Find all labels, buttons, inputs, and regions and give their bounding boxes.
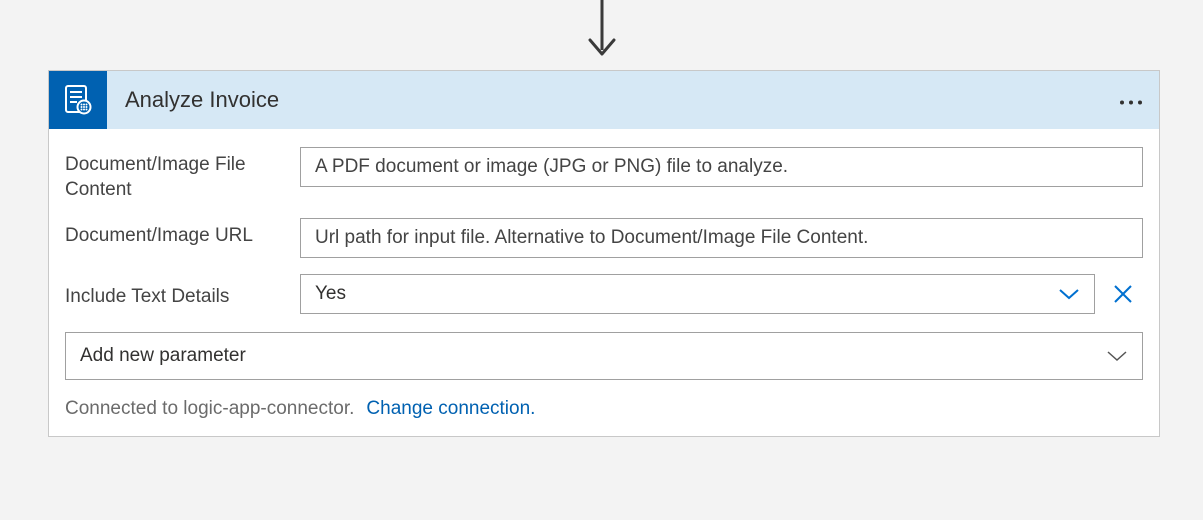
clear-include-text-details-button[interactable] xyxy=(1103,283,1143,305)
more-options-button[interactable] xyxy=(1119,89,1143,112)
analyze-invoice-card: Analyze Invoice Document/Image File Cont… xyxy=(48,70,1160,437)
card-title: Analyze Invoice xyxy=(125,87,279,113)
add-new-parameter-label: Add new parameter xyxy=(80,345,246,367)
include-text-details-select[interactable]: Yes xyxy=(300,274,1095,314)
flow-arrow-down xyxy=(582,0,622,62)
connection-footer: Connected to logic-app-connector. Change… xyxy=(65,398,1143,420)
url-label: Document/Image URL xyxy=(65,218,300,249)
include-text-details-value: Yes xyxy=(315,283,346,305)
card-header[interactable]: Analyze Invoice xyxy=(49,71,1159,129)
file-content-row: Document/Image File Content xyxy=(65,147,1143,202)
connected-to-text: Connected to logic-app-connector. xyxy=(65,398,354,420)
include-text-details-label: Include Text Details xyxy=(65,279,300,310)
change-connection-link[interactable]: Change connection. xyxy=(366,398,535,420)
file-content-input[interactable] xyxy=(300,147,1143,187)
add-new-parameter-select[interactable]: Add new parameter xyxy=(65,332,1143,380)
close-icon xyxy=(1112,283,1134,305)
file-content-label: Document/Image File Content xyxy=(65,147,300,202)
chevron-down-icon xyxy=(1058,287,1080,301)
chevron-down-icon xyxy=(1106,349,1128,363)
url-input[interactable] xyxy=(300,218,1143,258)
url-row: Document/Image URL xyxy=(65,218,1143,258)
card-body: Document/Image File Content Document/Ima… xyxy=(49,129,1159,436)
include-text-details-row: Include Text Details Yes xyxy=(65,274,1143,314)
form-recognizer-icon xyxy=(49,71,107,129)
